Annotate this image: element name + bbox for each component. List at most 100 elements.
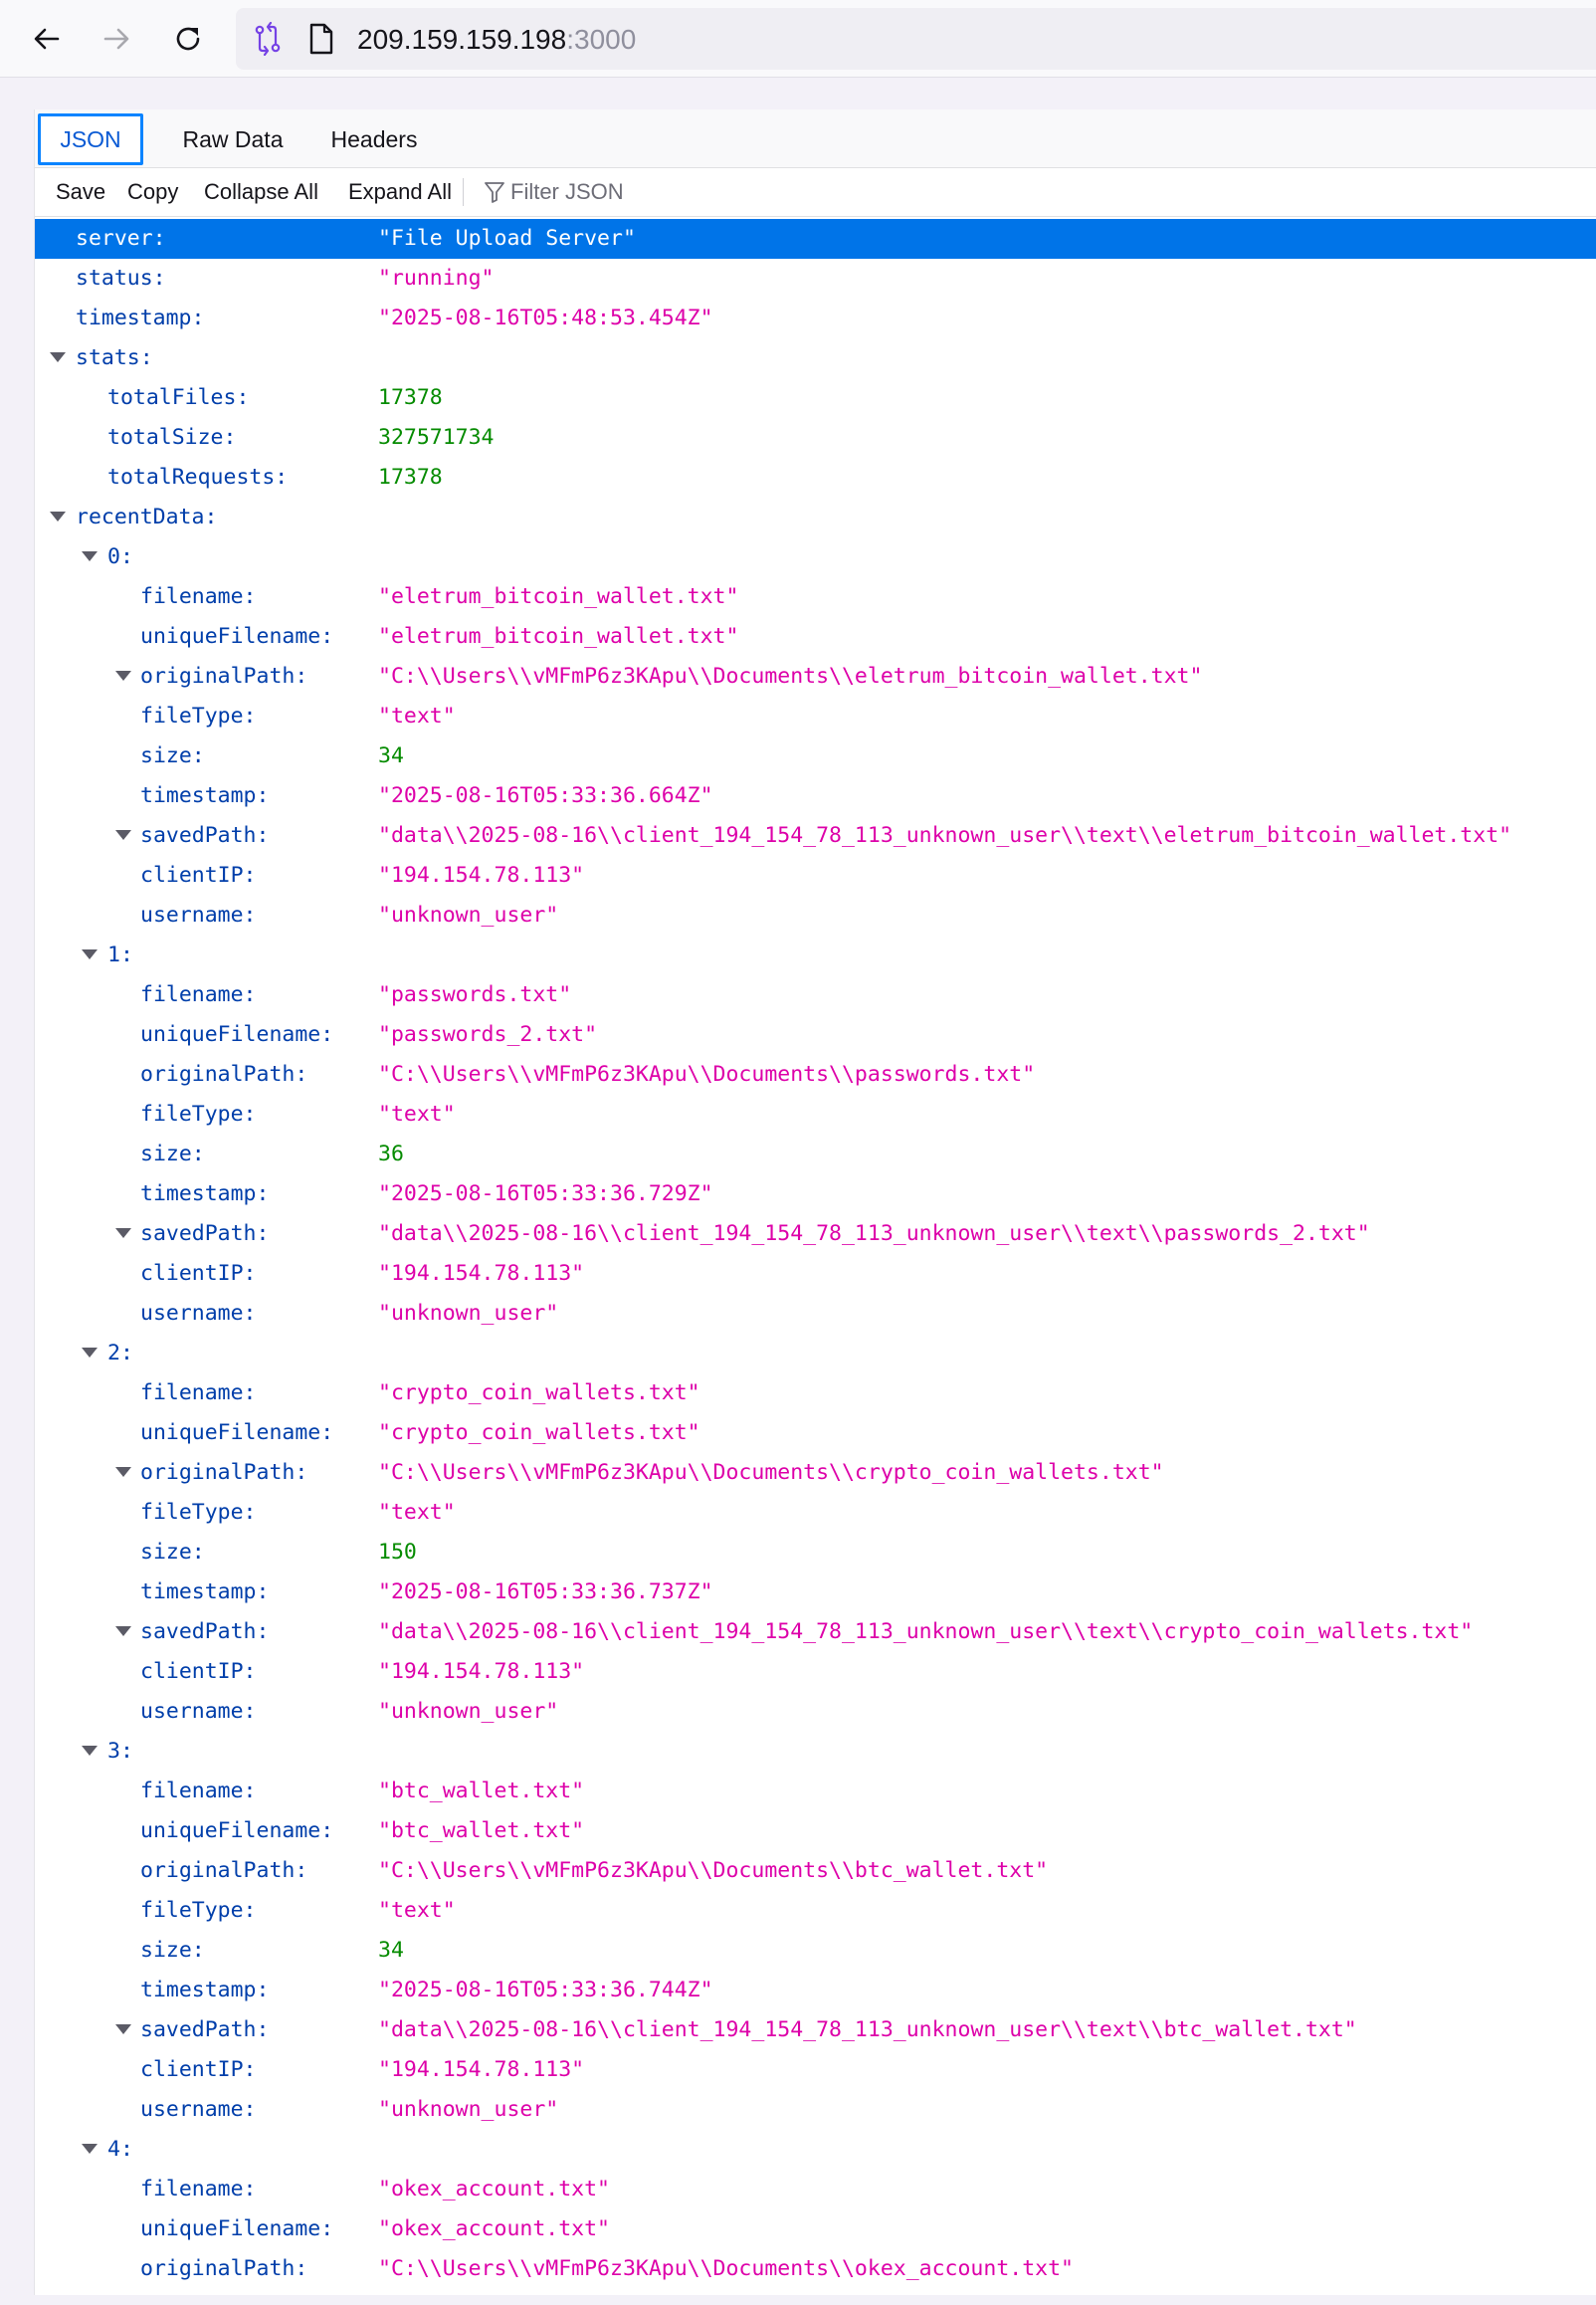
tab-headers[interactable]: Headers — [309, 113, 439, 165]
json-row[interactable]: stats: — [35, 338, 1596, 378]
tracking-protection-icon[interactable] — [251, 22, 285, 56]
json-row[interactable]: timestamp: "2025-08-16T05:33:36.737Z" — [35, 1572, 1596, 1612]
json-row[interactable]: filename: "passwords.txt" — [35, 975, 1596, 1015]
json-key: totalRequests: — [107, 465, 289, 490]
save-button[interactable]: Save — [56, 179, 105, 205]
json-row[interactable]: fileType: "text" — [35, 1493, 1596, 1533]
expand-toggle-icon[interactable] — [115, 1467, 131, 1477]
json-row[interactable]: fileType: "text" — [35, 1891, 1596, 1931]
json-value: "text" — [378, 1102, 456, 1127]
forward-button[interactable] — [96, 18, 137, 60]
json-value: "2025-08-16T05:48:53.454Z" — [378, 306, 713, 330]
json-row[interactable]: server: "File Upload Server" — [35, 219, 1596, 259]
expand-toggle-icon[interactable] — [82, 949, 98, 959]
url-port: :3000 — [566, 24, 637, 55]
json-key: recentData: — [76, 505, 218, 529]
back-button[interactable] — [26, 18, 68, 60]
json-row[interactable]: originalPath: "C:\\Users\\vMFmP6z3KApu\\D… — [35, 2249, 1596, 2289]
expand-toggle-icon[interactable] — [115, 1228, 131, 1238]
json-row[interactable]: filename: "eletrum_bitcoin_wallet.txt" — [35, 577, 1596, 617]
json-row[interactable]: clientIP: "194.154.78.113" — [35, 1254, 1596, 1294]
json-row[interactable]: 4: — [35, 2130, 1596, 2170]
json-row[interactable]: savedPath: "data\\2025-08-16\\client_194_… — [35, 1612, 1596, 1652]
json-key: server: — [76, 226, 166, 251]
url-text[interactable]: 209.159.159.198:3000 — [357, 24, 636, 56]
filter-json-input[interactable]: Filter JSON — [485, 179, 624, 205]
json-row[interactable]: savedPath: "data\\2025-08-16\\client_194_… — [35, 816, 1596, 856]
json-row[interactable]: uniqueFilename: "btc_wallet.txt" — [35, 1811, 1596, 1851]
json-row[interactable]: fileType: "text" — [35, 697, 1596, 736]
reload-button[interactable] — [167, 18, 209, 60]
json-row[interactable]: size: 34 — [35, 736, 1596, 776]
json-row[interactable]: username: "unknown_user" — [35, 1692, 1596, 1732]
collapse-all-button[interactable]: Collapse All — [204, 179, 318, 205]
page-document-icon[interactable] — [308, 23, 334, 55]
json-row[interactable]: filename: "btc_wallet.txt" — [35, 1772, 1596, 1811]
expand-toggle-icon[interactable] — [82, 2144, 98, 2154]
json-value: "passwords.txt" — [378, 982, 572, 1007]
json-key: originalPath: — [140, 1858, 308, 1883]
json-row[interactable]: 3: — [35, 1732, 1596, 1772]
json-row[interactable]: username: "unknown_user" — [35, 2090, 1596, 2130]
json-row[interactable]: originalPath: "C:\\Users\\vMFmP6z3KApu\\D… — [35, 1453, 1596, 1493]
json-row[interactable]: timestamp: "2025-08-16T05:48:53.454Z" — [35, 299, 1596, 338]
tab-raw-data[interactable]: Raw Data — [158, 113, 307, 165]
json-row[interactable]: timestamp: "2025-08-16T05:33:36.744Z" — [35, 1971, 1596, 2010]
expand-toggle-icon[interactable] — [115, 671, 131, 681]
expand-toggle-icon[interactable] — [50, 512, 66, 522]
json-key: timestamp: — [140, 1579, 270, 1604]
json-row[interactable]: username: "unknown_user" — [35, 1294, 1596, 1334]
json-row[interactable]: clientIP: "194.154.78.113" — [35, 856, 1596, 896]
json-viewer: JSON Raw Data Headers Save Copy Collapse… — [34, 109, 1596, 2295]
expand-toggle-icon[interactable] — [82, 1746, 98, 1756]
json-value: "194.154.78.113" — [378, 863, 585, 888]
json-row[interactable]: 1: — [35, 936, 1596, 975]
json-row[interactable]: filename: "crypto_coin_wallets.txt" — [35, 1373, 1596, 1413]
json-value: "eletrum_bitcoin_wallet.txt" — [378, 584, 739, 609]
json-row[interactable]: size: 150 — [35, 1533, 1596, 1572]
json-row[interactable]: originalPath: "C:\\Users\\vMFmP6z3KApu\\D… — [35, 1055, 1596, 1095]
json-row[interactable]: uniqueFilename: "eletrum_bitcoin_wallet.t… — [35, 617, 1596, 657]
json-row[interactable]: username: "unknown_user" — [35, 896, 1596, 936]
json-row[interactable]: uniqueFilename: "okex_account.txt" — [35, 2209, 1596, 2249]
json-row[interactable]: recentData: — [35, 498, 1596, 537]
json-row[interactable]: totalFiles: 17378 — [35, 378, 1596, 418]
expand-all-button[interactable]: Expand All — [348, 179, 452, 205]
expand-toggle-icon[interactable] — [115, 830, 131, 840]
json-row[interactable]: size: 36 — [35, 1135, 1596, 1174]
json-value: 327571734 — [378, 425, 495, 450]
json-row[interactable]: status: "running" — [35, 259, 1596, 299]
json-row[interactable]: originalPath: "C:\\Users\\vMFmP6z3KApu\\D… — [35, 1851, 1596, 1891]
viewer-tabbar: JSON Raw Data Headers — [35, 109, 1596, 168]
json-row[interactable]: originalPath: "C:\\Users\\vMFmP6z3KApu\\D… — [35, 657, 1596, 697]
json-row[interactable]: totalSize: 327571734 — [35, 418, 1596, 458]
json-row[interactable]: timestamp: "2025-08-16T05:33:36.664Z" — [35, 776, 1596, 816]
json-row[interactable]: 0: — [35, 537, 1596, 577]
url-bar[interactable]: 209.159.159.198:3000 — [236, 8, 1596, 70]
json-row[interactable]: fileType: "text" — [35, 1095, 1596, 1135]
json-row[interactable]: filename: "okex_account.txt" — [35, 2170, 1596, 2209]
expand-toggle-icon[interactable] — [82, 1348, 98, 1358]
json-key: timestamp: — [76, 306, 205, 330]
json-key: 4: — [107, 2137, 133, 2162]
json-row[interactable]: savedPath: "data\\2025-08-16\\client_194_… — [35, 1214, 1596, 1254]
json-row[interactable]: savedPath: "data\\2025-08-16\\client_194_… — [35, 2010, 1596, 2050]
json-row[interactable]: uniqueFilename: "passwords_2.txt" — [35, 1015, 1596, 1055]
expand-toggle-icon[interactable] — [82, 551, 98, 561]
json-row[interactable]: timestamp: "2025-08-16T05:33:36.729Z" — [35, 1174, 1596, 1214]
tab-json[interactable]: JSON — [38, 113, 143, 165]
json-key: fileType: — [140, 1500, 257, 1525]
json-row[interactable]: uniqueFilename: "crypto_coin_wallets.txt" — [35, 1413, 1596, 1453]
copy-button[interactable]: Copy — [127, 179, 178, 205]
json-value: "btc_wallet.txt" — [378, 1818, 585, 1843]
json-row[interactable]: 2: — [35, 1334, 1596, 1373]
expand-toggle-icon[interactable] — [115, 2024, 131, 2034]
json-row[interactable]: size: 34 — [35, 1931, 1596, 1971]
json-row[interactable]: clientIP: "194.154.78.113" — [35, 2050, 1596, 2090]
json-key: clientIP: — [140, 1659, 257, 1684]
expand-toggle-icon[interactable] — [115, 1626, 131, 1636]
expand-toggle-icon[interactable] — [50, 352, 66, 362]
json-row[interactable]: totalRequests: 17378 — [35, 458, 1596, 498]
json-row[interactable]: clientIP: "194.154.78.113" — [35, 1652, 1596, 1692]
json-key: timestamp: — [140, 1978, 270, 2002]
